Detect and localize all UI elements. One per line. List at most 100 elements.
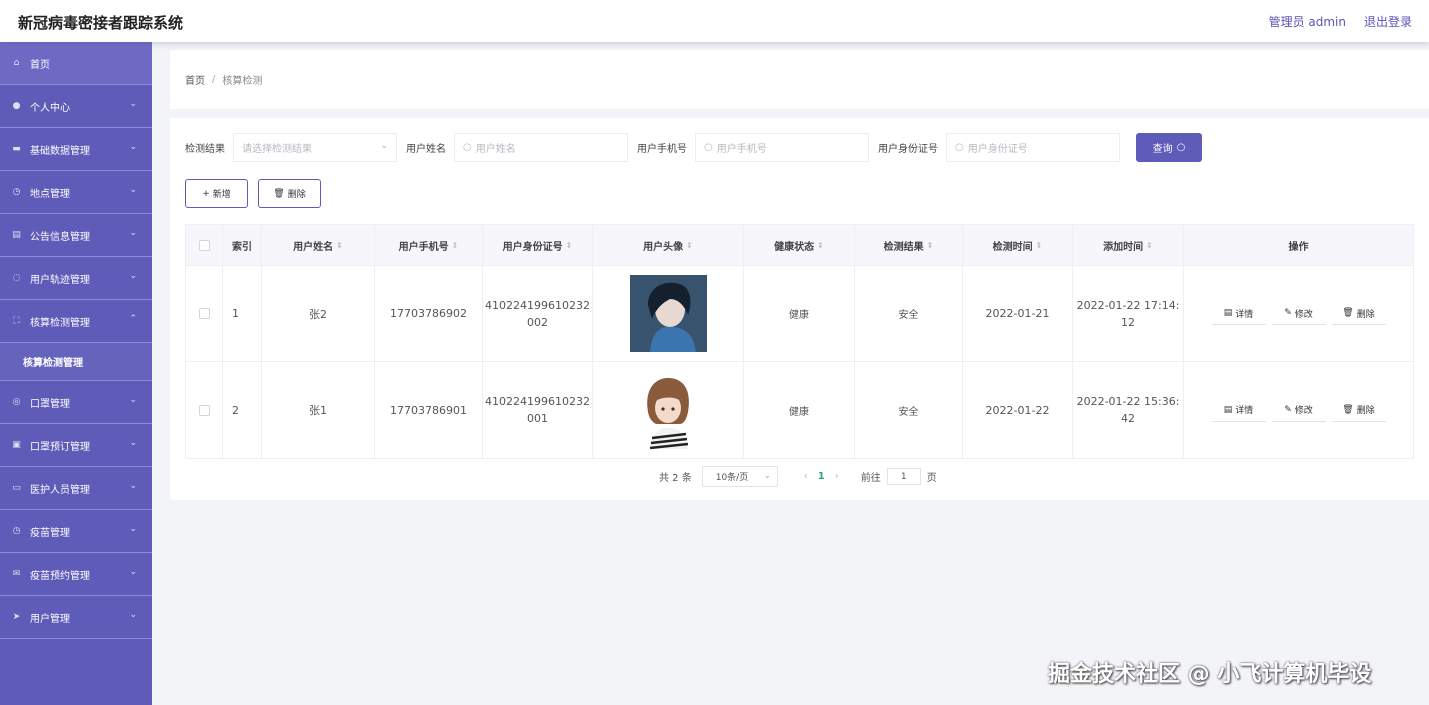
batch-delete-button[interactable]: 🗑 删除 [258,179,321,208]
clock-icon: ◷ [12,526,21,536]
phone-filter-label: 用户手机号 [637,144,687,155]
sort-icon[interactable]: ⇕ [566,241,573,250]
user-icon: ● [12,101,21,111]
circle-icon: ◎ [12,397,21,407]
header-add-time[interactable]: 添加时间 ⇕ [1073,225,1184,265]
sidebar-item-vaccine[interactable]: ◷ 疫苗管理 ⌄ [0,510,152,553]
header-name[interactable]: 用户姓名 ⇕ [262,225,375,265]
chevron-down-icon: ⌄ [129,438,137,448]
sort-icon[interactable]: ⇕ [817,241,824,250]
main-area: 首页 / 核算检测 检测结果 请选择检测结果 ⌄ 用户姓名 ○ 用户姓名 用户手… [170,50,1429,500]
chevron-down-icon: ⌄ [129,99,137,109]
sidebar-item-notice[interactable]: ▤ 公告信息管理 ⌄ [0,214,152,257]
avatar-image[interactable] [629,275,707,352]
sidebar-item-label: 首页 [30,59,50,71]
sort-icon[interactable]: ⇕ [927,241,934,250]
header-health[interactable]: 健康状态 ⇕ [744,225,855,265]
breadcrumb-home[interactable]: 首页 [185,72,205,87]
delete-button[interactable]: 🗑 删除 [1331,399,1386,422]
watermark: 掘金技术社区 @ 小飞计算机毕设 [1048,662,1372,687]
logout-link[interactable]: 退出登录 [1364,13,1412,30]
header-select-all[interactable] [186,225,223,265]
add-button[interactable]: + 新增 [185,179,248,208]
delete-button[interactable]: 🗑 删除 [1331,302,1386,325]
chevron-down-icon: ⌄ [129,271,137,281]
doc-icon: ▤ [1223,404,1233,415]
sidebar-item-label: 用户轨迹管理 [30,274,90,286]
page-size-select[interactable]: 10条/页 ⌄ [701,466,778,487]
goto-page-input[interactable]: 1 [886,468,921,485]
sidebar-item-medical-staff[interactable]: ▭ 医护人员管理 ⌄ [0,467,152,510]
sidebar-item-label: 疫苗预约管理 [30,570,90,582]
sort-icon[interactable]: ⇕ [336,241,343,250]
next-page-button[interactable]: › [835,471,839,482]
send-icon: ➤ [12,612,21,622]
header-phone[interactable]: 用户手机号 ⇕ [375,225,483,265]
cell-add-time: 2022-01-22 15:36: 42 [1073,362,1184,458]
id-input[interactable]: ○ 用户身份证号 [946,133,1120,162]
sidebar-item-mask[interactable]: ◎ 口罩管理 ⌄ [0,381,152,424]
avatar-image[interactable] [629,371,707,449]
chat-icon: ▭ [12,483,21,493]
sidebar-subitem-test[interactable]: 核算检测管理 [0,343,152,381]
action-bar: + 新增 🗑 删除 [185,179,321,208]
phone-input[interactable]: ○ 用户手机号 [695,133,869,162]
sidebar-item-test[interactable]: ⛶ 核算检测管理 ⌃ [0,300,152,343]
query-button[interactable]: 查询 ○ [1136,133,1202,162]
detail-button[interactable]: ▤ 详情 [1211,399,1266,422]
detail-button[interactable]: ▤ 详情 [1211,302,1266,325]
header-id[interactable]: 用户身份证号 ⇕ [483,225,593,265]
box-icon: ▣ [12,440,21,450]
breadcrumb-current: 核算检测 [222,76,263,87]
cell-result: 安全 [855,266,963,361]
sidebar-item-vaccine-booking[interactable]: ✉ 疫苗预约管理 ⌄ [0,553,152,596]
sort-icon[interactable]: ⇕ [1036,241,1043,250]
checkbox[interactable] [198,308,210,319]
cell-index: 2 [223,362,262,458]
goto-label: 前往 [860,473,881,484]
header-test-time[interactable]: 检测时间 ⇕ [963,225,1073,265]
table-row: 2 张1 17703786901 410224199610232 001 健康 … [186,362,1413,458]
sort-icon[interactable]: ⇕ [452,241,459,250]
edit-button[interactable]: ✎ 修改 [1271,302,1326,325]
doc-icon: ▤ [12,230,21,240]
sort-icon[interactable]: ⇕ [1146,241,1153,250]
prev-page-button[interactable]: ‹ [804,471,808,482]
cell-id: 410224199610232 001 [483,362,593,458]
sidebar-item-label: 个人中心 [30,102,70,114]
sidebar: ⌂ 首页 ● 个人中心 ⌄ ▬ 基础数据管理 ⌄ ◷ 地点管理 ⌄ ▤ 公告信息… [0,42,152,705]
sidebar-item-location[interactable]: ◷ 地点管理 ⌄ [0,171,152,214]
clock-icon: ◷ [12,187,21,197]
checkbox[interactable] [198,239,210,251]
chevron-down-icon: ⌄ [764,471,771,480]
breadcrumb-separator: / [212,74,216,85]
name-filter-label: 用户姓名 [406,144,446,155]
edit-button[interactable]: ✎ 修改 [1271,399,1326,422]
header-avatar[interactable]: 用户头像 ⇕ [593,225,744,265]
card-icon: ▬ [12,144,21,154]
page-number-current[interactable]: 1 [818,471,825,482]
sidebar-item-base-data[interactable]: ▬ 基础数据管理 ⌄ [0,128,152,171]
chevron-down-icon: ⌄ [129,567,137,577]
cell-result: 安全 [855,362,963,458]
sidebar-item-profile[interactable]: ● 个人中心 ⌄ [0,85,152,128]
chevron-down-icon: ⌄ [380,141,388,151]
chevron-down-icon: ⌄ [129,185,137,195]
name-input[interactable]: ○ 用户姓名 [454,133,628,162]
admin-label[interactable]: 管理员 admin [1269,13,1346,30]
sidebar-item-users[interactable]: ➤ 用户管理 ⌄ [0,596,152,639]
result-select[interactable]: 请选择检测结果 ⌄ [233,133,397,162]
sidebar-item-mask-order[interactable]: ▣ 口罩预订管理 ⌄ [0,424,152,467]
sidebar-item-label: 公告信息管理 [30,231,90,243]
top-bar: 新冠病毒密接者跟踪系统 管理员 admin 退出登录 [0,0,1429,42]
sidebar-item-label: 医护人员管理 [30,484,90,496]
table-header-row: 索引 用户姓名 ⇕ 用户手机号 ⇕ 用户身份证号 ⇕ 用户头像 ⇕ 健康状态 ⇕ 检测结果… [186,225,1413,266]
sidebar-item-home[interactable]: ⌂ 首页 [0,42,152,85]
doc-icon: ▤ [1223,308,1233,318]
header-result[interactable]: 检测结果 ⇕ [855,225,963,265]
sort-icon[interactable]: ⇕ [686,241,693,250]
sidebar-item-track[interactable]: ◌ 用户轨迹管理 ⌄ [0,257,152,300]
header-index: 索引 [223,225,262,265]
search-icon: ○ [463,142,472,153]
checkbox[interactable] [198,404,210,416]
